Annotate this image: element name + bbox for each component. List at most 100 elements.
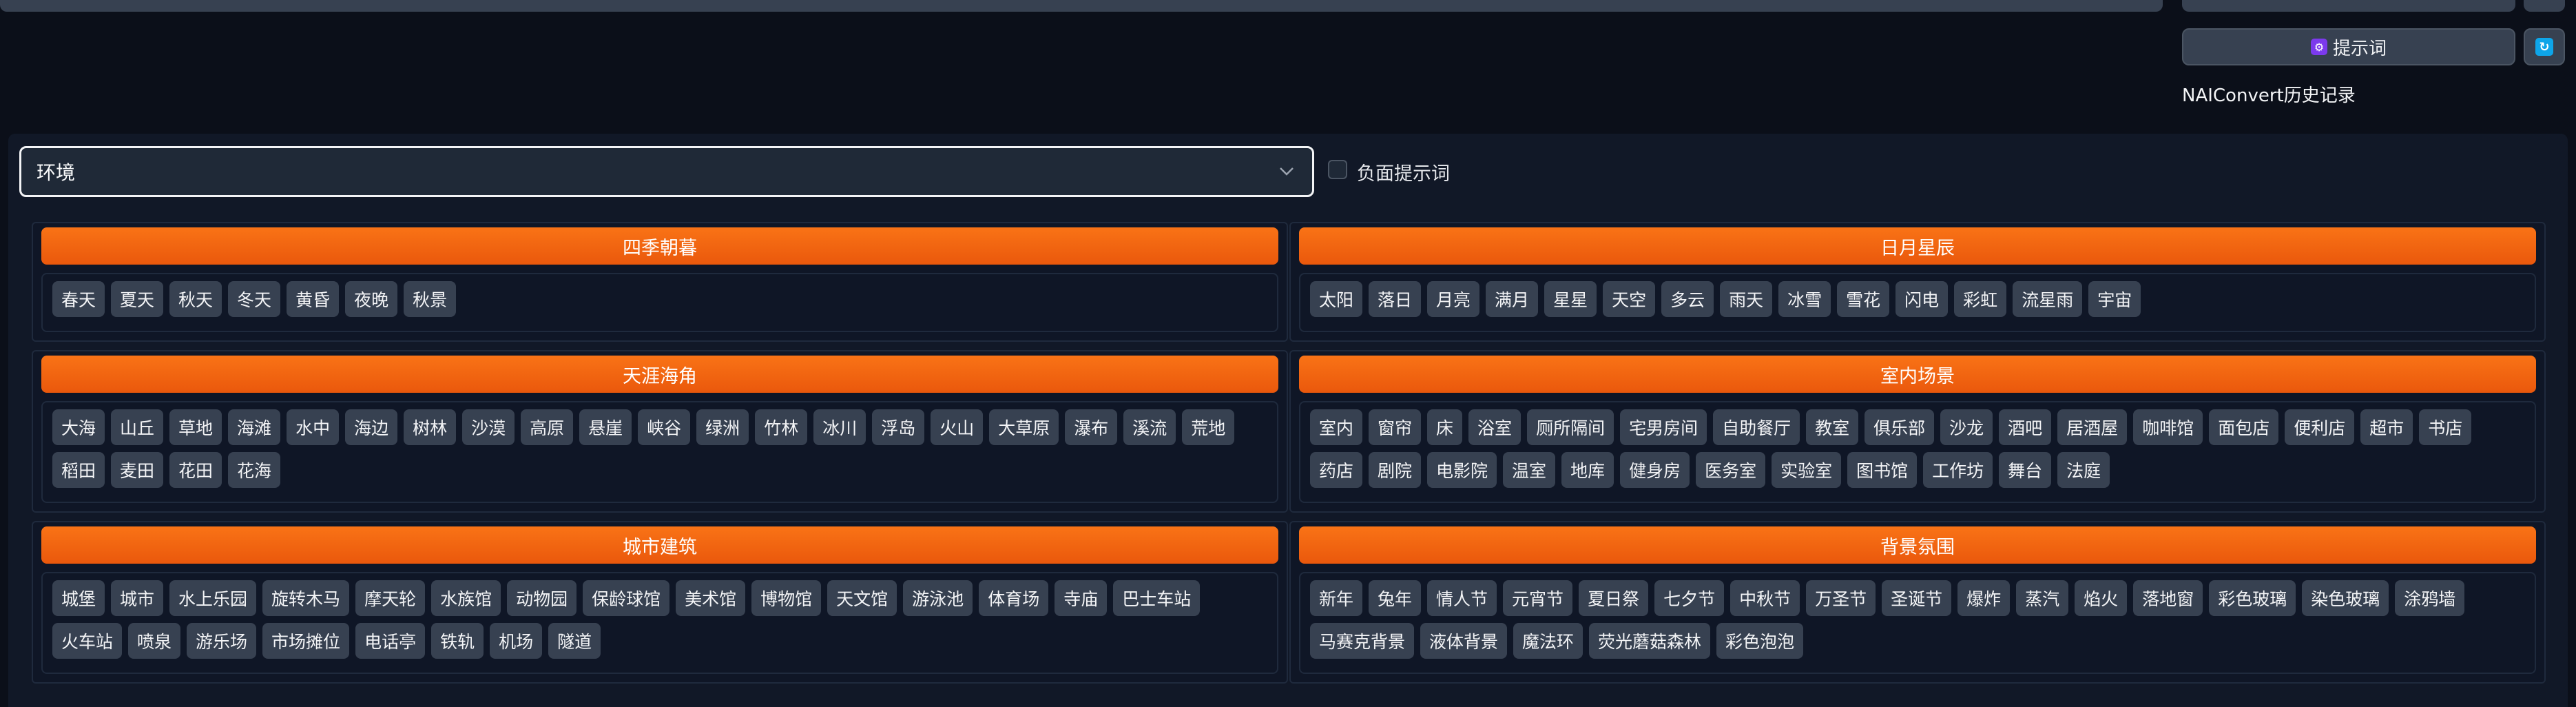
tag-button[interactable]: 喷泉 (128, 623, 181, 659)
tag-button[interactable]: 树林 (404, 409, 457, 445)
tag-button[interactable]: 铁轨 (431, 623, 484, 659)
tag-button[interactable]: 彩虹 (1954, 281, 2007, 317)
tag-button[interactable]: 冰雪 (1778, 281, 1831, 317)
tag-button[interactable]: 便利店 (2285, 409, 2355, 445)
tag-button[interactable]: 夏日祭 (1579, 580, 1649, 616)
refresh-button[interactable]: ↻ (2524, 28, 2565, 65)
tag-button[interactable]: 麦田 (111, 452, 164, 488)
tag-button[interactable]: 多云 (1661, 281, 1714, 317)
tag-button[interactable]: 满月 (1486, 281, 1539, 317)
tag-button[interactable]: 城市 (111, 580, 164, 616)
tag-button[interactable]: 床 (1427, 409, 1463, 445)
tag-button[interactable]: 万圣节 (1806, 580, 1876, 616)
prompt-button[interactable]: ⚙ 提示词 (2182, 28, 2515, 65)
tag-button[interactable]: 荒地 (1182, 409, 1235, 445)
tag-button[interactable]: 博物馆 (751, 580, 822, 616)
tag-button[interactable]: 法庭 (2057, 452, 2110, 488)
category-select[interactable]: 环境 (19, 146, 1314, 197)
tag-button[interactable]: 月亮 (1427, 281, 1480, 317)
tag-button[interactable]: 面包店 (2209, 409, 2279, 445)
tag-button[interactable]: 花海 (228, 452, 281, 488)
tag-button[interactable]: 酒吧 (1999, 409, 2052, 445)
tag-button[interactable]: 沙龙 (1940, 409, 1993, 445)
tag-button[interactable]: 宇宙 (2088, 281, 2141, 317)
tag-button[interactable]: 图书馆 (1847, 452, 1918, 488)
tag-button[interactable]: 舞台 (1999, 452, 2052, 488)
tag-button[interactable]: 新年 (1310, 580, 1363, 616)
tag-button[interactable]: 夜晚 (345, 281, 398, 317)
tag-button[interactable]: 彩色玻璃 (2209, 580, 2296, 616)
tag-button[interactable]: 实验室 (1772, 452, 1842, 488)
tag-button[interactable]: 竹林 (755, 409, 808, 445)
tag-button[interactable]: 彩色泡泡 (1716, 623, 1804, 659)
tag-button[interactable]: 动物园 (507, 580, 577, 616)
tag-button[interactable]: 隧道 (548, 623, 601, 659)
tag-button[interactable]: 流星雨 (2013, 281, 2083, 317)
tag-button[interactable]: 厕所隔间 (1527, 409, 1614, 445)
tag-button[interactable]: 超市 (2360, 409, 2413, 445)
tag-button[interactable]: 窗帘 (1369, 409, 1422, 445)
tag-button[interactable]: 情人节 (1427, 580, 1497, 616)
tag-button[interactable]: 体育场 (979, 580, 1049, 616)
negative-prompt-checkbox[interactable] (1328, 160, 1347, 179)
tag-button[interactable]: 七夕节 (1654, 580, 1725, 616)
tag-button[interactable]: 水上乐园 (169, 580, 257, 616)
tag-button[interactable]: 荧光蘑菇森林 (1589, 623, 1711, 659)
tag-button[interactable]: 旋转木马 (262, 580, 350, 616)
tag-button[interactable]: 自助餐厅 (1713, 409, 1800, 445)
tag-button[interactable]: 秋天 (169, 281, 222, 317)
tag-button[interactable]: 元宵节 (1503, 580, 1573, 616)
tag-button[interactable]: 游乐场 (187, 623, 257, 659)
tag-button[interactable]: 医务室 (1696, 452, 1766, 488)
tag-button[interactable]: 染色玻璃 (2302, 580, 2389, 616)
tag-button[interactable]: 教室 (1806, 409, 1859, 445)
tag-button[interactable]: 高原 (521, 409, 574, 445)
tag-button[interactable]: 溪流 (1123, 409, 1176, 445)
tag-button[interactable]: 大海 (52, 409, 105, 445)
tag-button[interactable]: 海边 (345, 409, 398, 445)
tag-button[interactable]: 海滩 (228, 409, 281, 445)
tag-button[interactable]: 冬天 (228, 281, 281, 317)
tag-button[interactable]: 寺庙 (1055, 580, 1108, 616)
tag-button[interactable]: 冰川 (813, 409, 866, 445)
tag-button[interactable]: 爆炸 (1957, 580, 2011, 616)
tag-button[interactable]: 巴士车站 (1113, 580, 1201, 616)
tag-button[interactable]: 草地 (169, 409, 222, 445)
tag-button[interactable]: 落地窗 (2133, 580, 2203, 616)
tag-button[interactable]: 落日 (1369, 281, 1422, 317)
tag-button[interactable]: 火山 (931, 409, 984, 445)
tag-button[interactable]: 药店 (1310, 452, 1363, 488)
tag-button[interactable]: 宅男房间 (1620, 409, 1707, 445)
tag-button[interactable]: 春天 (52, 281, 105, 317)
tag-button[interactable]: 俱乐部 (1865, 409, 1935, 445)
tag-button[interactable]: 夏天 (111, 281, 164, 317)
tag-button[interactable]: 中秋节 (1730, 580, 1800, 616)
tag-button[interactable]: 魔法环 (1513, 623, 1583, 659)
tag-button[interactable]: 山丘 (111, 409, 164, 445)
tag-button[interactable]: 水族馆 (431, 580, 501, 616)
tag-button[interactable]: 浮岛 (872, 409, 925, 445)
tag-button[interactable]: 城堡 (52, 580, 105, 616)
tag-button[interactable]: 悬崖 (579, 409, 632, 445)
tag-button[interactable]: 焰火 (2075, 580, 2128, 616)
tag-button[interactable]: 摩天轮 (355, 580, 426, 616)
tag-button[interactable]: 水中 (287, 409, 340, 445)
tag-button[interactable]: 兔年 (1369, 580, 1422, 616)
tag-button[interactable]: 雪花 (1837, 281, 1890, 317)
tag-button[interactable]: 游泳池 (903, 580, 973, 616)
tag-button[interactable]: 花田 (169, 452, 222, 488)
tag-button[interactable]: 圣诞节 (1882, 580, 1952, 616)
tag-button[interactable]: 市场摊位 (262, 623, 350, 659)
tag-button[interactable]: 大草原 (989, 409, 1059, 445)
tag-button[interactable]: 黄昏 (287, 281, 340, 317)
tag-button[interactable]: 咖啡馆 (2133, 409, 2203, 445)
tag-button[interactable]: 蒸汽 (2016, 580, 2069, 616)
tag-button[interactable]: 居酒屋 (2057, 409, 2128, 445)
tag-button[interactable]: 健身房 (1620, 452, 1690, 488)
tag-button[interactable]: 涂鸦墙 (2395, 580, 2465, 616)
tag-button[interactable]: 电话亭 (355, 623, 426, 659)
tag-button[interactable]: 美术馆 (676, 580, 746, 616)
tag-button[interactable]: 秋景 (404, 281, 457, 317)
tag-button[interactable]: 沙漠 (462, 409, 515, 445)
tag-button[interactable]: 太阳 (1310, 281, 1363, 317)
